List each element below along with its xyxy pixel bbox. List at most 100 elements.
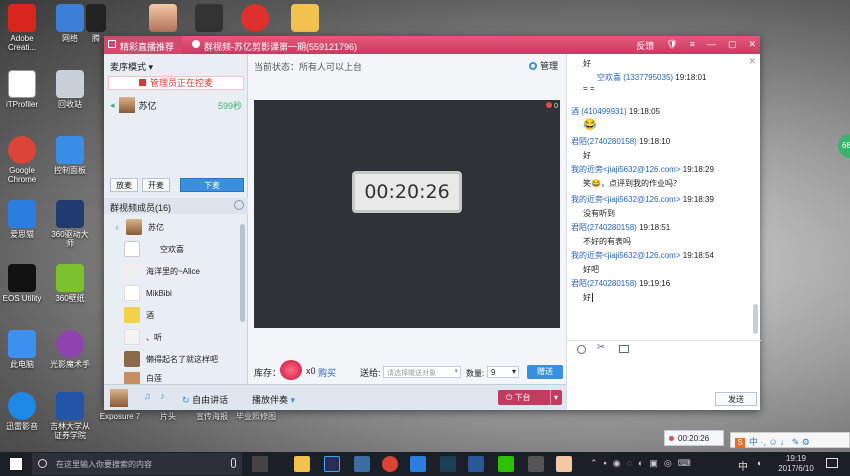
menu-icon[interactable]: ≡ bbox=[690, 39, 695, 52]
volume-tray-icon[interactable]: ◖ bbox=[756, 458, 761, 468]
close-button[interactable]: ✕ bbox=[748, 39, 756, 52]
notification-icon[interactable] bbox=[826, 458, 838, 468]
app-icon[interactable] bbox=[354, 456, 370, 472]
control-panel-icon bbox=[56, 136, 84, 164]
maximize-button[interactable]: ▢ bbox=[728, 39, 737, 52]
camera-counter: 0 bbox=[546, 102, 558, 110]
taskbar: 在这里输入你要搜索的内容 ⌃▪◉◌◐▣◎⌨ 中 ◖ 19:19 2017/6/1… bbox=[0, 452, 850, 476]
desktop-icon-jlu[interactable]: 吉林大学从证券学院 bbox=[48, 392, 92, 440]
stage-icon: ⏻ bbox=[506, 393, 513, 402]
member-row[interactable]: 懒得起名了就这样吧 bbox=[124, 350, 218, 368]
desktop-icon-control-panel[interactable]: 控制面板 bbox=[48, 136, 92, 175]
heart-gift-icon[interactable] bbox=[280, 360, 302, 380]
feedback-button[interactable]: 反馈 bbox=[636, 39, 654, 52]
avatar bbox=[124, 263, 140, 279]
mic-icon[interactable]: ♫ bbox=[144, 391, 151, 401]
mic-icon: ♁ bbox=[114, 222, 120, 232]
desktop-icon-poster[interactable]: 宣传海报 bbox=[190, 412, 234, 421]
member-row[interactable]: 空欢喜 bbox=[124, 240, 184, 258]
member-row[interactable]: 海洋里的~Alice bbox=[124, 262, 200, 280]
desktop-icon-this-pc[interactable]: 此电脑 bbox=[0, 330, 44, 369]
gear-icon bbox=[528, 61, 537, 70]
release-mic-button[interactable]: 放麦 bbox=[110, 178, 138, 192]
chat-message: 好 bbox=[583, 151, 591, 160]
desktop-icon-photo[interactable] bbox=[146, 4, 180, 34]
chat-scrollbar[interactable] bbox=[753, 304, 758, 334]
step-down-button[interactable]: ⏻ 下台 ▾ bbox=[498, 390, 562, 405]
taskbar-search-input[interactable]: 在这里输入你要搜索的内容 bbox=[32, 453, 242, 475]
search-icon bbox=[38, 459, 47, 468]
recipient-select[interactable]: 请选择赠送对象 ▾ bbox=[383, 366, 461, 378]
desktop-icon-xunlei[interactable]: 迅雷影音 bbox=[0, 392, 44, 431]
explorer-icon[interactable] bbox=[294, 456, 310, 472]
tab-live-recommend[interactable]: 精彩直播推荐 bbox=[104, 36, 183, 54]
member-row[interactable]: 酒 bbox=[124, 306, 154, 324]
edge-green-badge[interactable]: 68 bbox=[838, 134, 850, 158]
chat-message: 😂 bbox=[583, 119, 597, 131]
chat-input[interactable] bbox=[567, 356, 761, 388]
buy-link[interactable]: 购买 bbox=[318, 366, 336, 379]
image-icon[interactable] bbox=[619, 345, 629, 353]
open-mic-button[interactable]: 开麦 bbox=[142, 178, 170, 192]
scissors-icon[interactable]: ✂ bbox=[597, 342, 605, 353]
desktop-icon-360-driver[interactable]: 360驱动大师 bbox=[48, 200, 92, 248]
chrome-icon[interactable] bbox=[382, 456, 398, 472]
volume-icon[interactable]: ♪ bbox=[160, 391, 165, 401]
quantity-select[interactable]: 9 ▾ bbox=[487, 366, 519, 378]
wechat-icon[interactable] bbox=[498, 456, 514, 472]
desktop-icon-exposure[interactable]: Exposure 7 bbox=[96, 412, 144, 421]
tab-group-video[interactable]: 群视频-苏亿剪影课第一期(559121796) bbox=[188, 36, 360, 54]
photoshop-icon[interactable] bbox=[324, 456, 340, 472]
member-row[interactable]: 、听 bbox=[124, 328, 162, 346]
broadcast-dropdown[interactable]: 播放伴奏 ▾ bbox=[252, 393, 295, 406]
add-member-icon[interactable] bbox=[234, 200, 244, 210]
group-video-window: 精彩直播推荐 群视频-苏亿剪影课第一期(559121796) 反馈 🛡 ≡ — … bbox=[104, 36, 761, 410]
ime-indicator[interactable]: 中 bbox=[738, 458, 748, 473]
desktop-icon-itprofiler[interactable]: iTProfiler bbox=[0, 70, 44, 109]
send-button[interactable]: 发送 bbox=[715, 392, 757, 406]
desktop-icon-video[interactable] bbox=[192, 4, 226, 34]
speaker-avatar bbox=[118, 97, 135, 113]
desktop-icon-folder[interactable] bbox=[288, 4, 322, 34]
clock[interactable]: 19:19 2017/6/10 bbox=[772, 454, 820, 474]
desktop-icon-360-wallpaper[interactable]: 360壁纸 bbox=[48, 264, 92, 303]
desktop-icon-intro[interactable]: 片头 bbox=[146, 412, 190, 421]
member-row[interactable]: 白莲 bbox=[124, 372, 162, 384]
chat-message: 好 bbox=[583, 59, 591, 68]
desktop-icon-netease[interactable] bbox=[238, 4, 272, 34]
mic-off-button[interactable]: 下麦 bbox=[180, 178, 244, 192]
ie-icon[interactable] bbox=[410, 456, 426, 472]
qq-app-icon[interactable] bbox=[556, 456, 572, 472]
chat-sender-line: 君陌(2740280158) 19:18:51 bbox=[571, 223, 671, 232]
lightroom-icon[interactable] bbox=[440, 456, 456, 472]
screen-share-area: 0 正在分享屏幕... bbox=[254, 100, 560, 328]
alert-icon bbox=[138, 79, 146, 86]
word-icon[interactable] bbox=[468, 456, 484, 472]
photo-icon bbox=[149, 4, 177, 32]
task-view-icon[interactable] bbox=[252, 456, 268, 472]
ime-toolbar[interactable]: S中 ·, ☺ ♩ ✎ ⚙ bbox=[730, 432, 850, 448]
desktop-icon-chrome[interactable]: Google Chrome bbox=[0, 136, 44, 184]
windows-start-icon[interactable] bbox=[10, 458, 22, 470]
give-gift-button[interactable]: 赠送 bbox=[527, 365, 563, 379]
video-app-icon[interactable] bbox=[528, 456, 544, 472]
member-row[interactable]: MikBibi bbox=[124, 284, 172, 302]
manage-button[interactable]: 管理 bbox=[528, 59, 558, 72]
desktop-icon-eos[interactable]: EOS Utility bbox=[0, 264, 44, 303]
desktop-icon-graduation[interactable]: 毕业照修图 bbox=[234, 412, 278, 421]
member-row[interactable]: ♁ 苏亿 bbox=[114, 218, 164, 236]
desktop-icon-recycle-bin[interactable]: 回收站 bbox=[48, 70, 92, 109]
emoji-icon[interactable] bbox=[577, 345, 586, 354]
close-chat-icon[interactable]: ✕ bbox=[748, 56, 756, 67]
desktop-icon-adobe[interactable]: Adobe Creati... bbox=[0, 4, 44, 52]
tray-icons[interactable]: ⌃▪◉◌◐▣◎⌨ bbox=[590, 458, 697, 469]
minimize-button[interactable]: — bbox=[707, 39, 716, 52]
desktop-icon-aisi[interactable]: 爱思猫 bbox=[0, 200, 44, 239]
recording-widget[interactable]: 00:20:26 bbox=[664, 430, 724, 446]
free-talk-button[interactable]: ↻ 自由讲话 bbox=[182, 393, 228, 406]
self-avatar[interactable] bbox=[110, 389, 128, 407]
mode-selector[interactable]: 麦序模式 ▾ bbox=[110, 60, 153, 73]
shield-icon[interactable]: 🛡 bbox=[666, 39, 677, 52]
desktop-icon-lightshow[interactable]: 光影魔术手 bbox=[48, 330, 92, 369]
members-scrollbar[interactable] bbox=[240, 224, 245, 322]
